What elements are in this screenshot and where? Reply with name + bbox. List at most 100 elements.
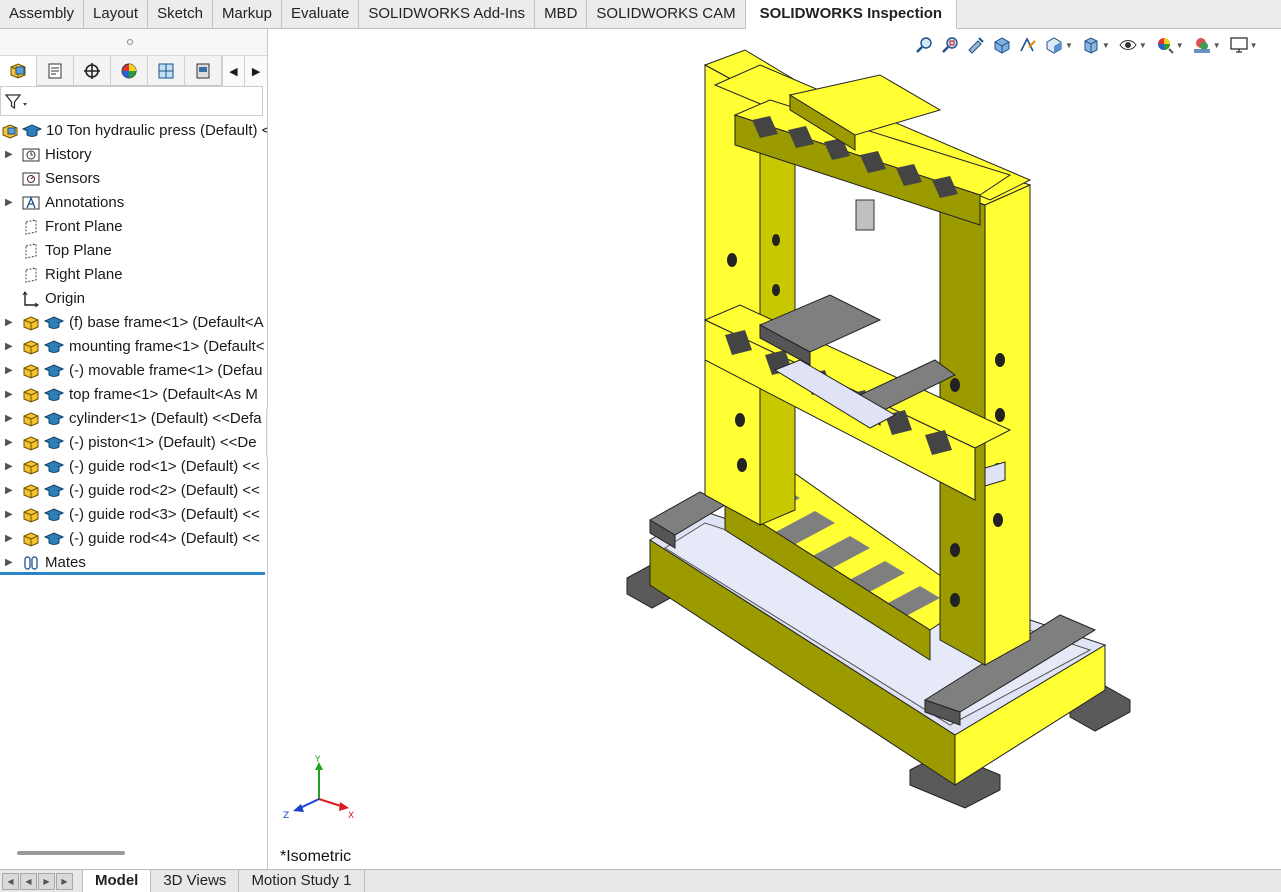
part-icon: [23, 388, 39, 403]
tabs-scroll-right-icon[interactable]: ▶: [244, 56, 267, 86]
part-icon: [23, 484, 39, 499]
tree-rollback-bar[interactable]: [0, 572, 265, 575]
chevron-down-icon[interactable]: ▼: [1176, 41, 1184, 50]
tab-solidworks-inspection[interactable]: SOLIDWORKS Inspection: [745, 0, 958, 29]
tab-sketch[interactable]: Sketch: [148, 0, 213, 29]
tree-component-guide-rod-4[interactable]: ▶ (-) guide rod<4> (Default) <<: [0, 527, 267, 551]
manager-tabs: ◀ ▶: [0, 56, 267, 86]
apply-scene-icon[interactable]: [1190, 34, 1214, 56]
tab-solidworks-cam[interactable]: SOLIDWORKS CAM: [587, 0, 746, 29]
tree-component-guide-rod-1[interactable]: ▶ (-) guide rod<1> (Default) <<: [0, 455, 267, 479]
tabs-scroll-left-icon[interactable]: ◀: [221, 56, 245, 86]
tree-component-base-frame[interactable]: ▶ (f) base frame<1> (Default<A: [0, 311, 267, 335]
tree-item-sensors[interactable]: Sensors: [0, 167, 267, 191]
tab-mbd[interactable]: MBD: [535, 0, 588, 29]
expand-arrow-icon[interactable]: ▶: [5, 311, 15, 335]
chevron-down-icon[interactable]: ▼: [1213, 41, 1221, 50]
filter-icon[interactable]: [4, 93, 30, 111]
tab-evaluate[interactable]: Evaluate: [282, 0, 360, 29]
chevron-down-icon[interactable]: ▼: [1250, 41, 1258, 50]
tab-markup[interactable]: Markup: [213, 0, 282, 29]
triad-z-label: Z: [283, 811, 289, 821]
propertymanager-icon: [48, 63, 62, 79]
graduation-cap-icon: [44, 532, 64, 545]
tab-3d-views[interactable]: 3D Views: [150, 870, 240, 892]
graduation-cap-icon: [44, 484, 64, 497]
tree-component-guide-rod-2[interactable]: ▶ (-) guide rod<2> (Default) <<: [0, 479, 267, 503]
grip-dot: [127, 39, 133, 45]
expand-arrow-icon[interactable]: ▶: [5, 383, 15, 407]
expand-arrow-icon[interactable]: ▶: [5, 407, 15, 431]
part-icon: [23, 532, 39, 547]
tree-component-cylinder[interactable]: ▶ cylinder<1> (Default) <<Defa: [0, 407, 267, 431]
tree-component-label: (-) piston<1> (Default) <<De: [69, 434, 257, 451]
expand-arrow-icon[interactable]: ▶: [5, 527, 15, 551]
tree-item-top-plane[interactable]: Top Plane: [0, 239, 267, 263]
expand-arrow-icon[interactable]: ▶: [5, 359, 15, 383]
expand-arrow-icon[interactable]: ▶: [5, 455, 15, 479]
plane-icon: [25, 243, 37, 259]
hydraulic-press-model[interactable]: [600, 40, 1140, 820]
tree-item-label: Sensors: [45, 170, 101, 187]
expand-arrow-icon[interactable]: ▶: [5, 503, 15, 527]
expand-arrow-icon[interactable]: ▶: [5, 143, 15, 167]
cam-manager-tab[interactable]: [185, 56, 222, 86]
tree-component-label: (-) movable frame<1> (Defau: [69, 362, 263, 379]
configurationmanager-tab[interactable]: [74, 56, 111, 86]
tree-item-origin[interactable]: Origin: [0, 287, 267, 311]
tree-root-assembly[interactable]: 10 Ton hydraulic press (Default) <: [0, 119, 267, 143]
propertymanager-tab[interactable]: [37, 56, 74, 86]
sensors-icon: [22, 172, 40, 186]
tree-item-right-plane[interactable]: Right Plane: [0, 263, 267, 287]
graduation-cap-icon: [44, 436, 64, 449]
tree-filter-box[interactable]: [0, 86, 263, 116]
tree-component-movable-frame[interactable]: ▶ (-) movable frame<1> (Defau: [0, 359, 267, 383]
first-tab-icon[interactable]: ◀: [2, 872, 19, 890]
featuremanager-tab[interactable]: [0, 56, 37, 86]
tree-item-label: Right Plane: [45, 266, 123, 283]
edit-appearance-icon[interactable]: [1153, 34, 1177, 56]
tree-component-mounting-frame[interactable]: ▶ mounting frame<1> (Default<: [0, 335, 267, 359]
expand-arrow-icon[interactable]: ▶: [5, 191, 15, 215]
tab-model[interactable]: Model: [82, 870, 152, 892]
panel-collapse-grip[interactable]: [0, 29, 267, 56]
plane-icon: [25, 267, 37, 283]
tree-component-top-frame[interactable]: ▶ top frame<1> (Default<As M: [0, 383, 267, 407]
chevron-down-icon[interactable]: ▼: [1139, 41, 1147, 50]
tree-component-label: top frame<1> (Default<As M: [69, 386, 258, 403]
dimxpertmanager-tab[interactable]: [148, 56, 185, 86]
tree-item-front-plane[interactable]: Front Plane: [0, 215, 267, 239]
previous-tab-icon[interactable]: ◀: [20, 872, 37, 890]
expand-arrow-icon[interactable]: ▶: [5, 431, 15, 455]
tree-item-annotations[interactable]: ▶ Annotations: [0, 191, 267, 215]
tree-item-history[interactable]: ▶ History: [0, 143, 267, 167]
panel-horizontal-scrollbar[interactable]: [17, 851, 125, 855]
tree-component-piston[interactable]: ▶ (-) piston<1> (Default) <<De: [0, 431, 267, 455]
tab-layout[interactable]: Layout: [84, 0, 149, 29]
expand-arrow-icon[interactable]: ▶: [5, 335, 15, 359]
assembly-icon: [2, 124, 18, 139]
part-icon: [23, 340, 39, 355]
tab-assembly[interactable]: Assembly: [0, 0, 85, 29]
triad-y-label: Y: [314, 755, 321, 765]
next-tab-icon[interactable]: ▶: [38, 872, 55, 890]
coordinate-triad: Y X Z: [283, 755, 354, 821]
tree-component-label: (-) guide rod<3> (Default) <<: [69, 506, 260, 523]
tab-navigation-buttons: ◀ ◀ ▶ ▶: [2, 872, 74, 890]
tree-component-label: cylinder<1> (Default) <<Defa: [69, 410, 262, 427]
view-settings-icon[interactable]: [1227, 34, 1251, 56]
part-icon: [23, 364, 39, 379]
tab-solidworks-add-ins[interactable]: SOLIDWORKS Add-Ins: [359, 0, 536, 29]
feature-manager-panel: ◀ ▶ 10 Ton hydraulic press (Default) < ▶…: [0, 29, 268, 869]
tree-component-label: (-) guide rod<4> (Default) <<: [69, 530, 260, 547]
graduation-cap-icon: [22, 124, 42, 137]
tree-component-guide-rod-3[interactable]: ▶ (-) guide rod<3> (Default) <<: [0, 503, 267, 527]
tree-filter-row: [0, 86, 267, 119]
last-tab-icon[interactable]: ▶: [56, 872, 73, 890]
displaymanager-tab[interactable]: [111, 56, 148, 86]
graduation-cap-icon: [44, 364, 64, 377]
part-icon: [23, 460, 39, 475]
expand-arrow-icon[interactable]: ▶: [5, 479, 15, 503]
bottom-tab-bar: ◀ ◀ ▶ ▶ Model 3D Views Motion Study 1: [0, 869, 1281, 892]
tab-motion-study-1[interactable]: Motion Study 1: [238, 870, 365, 892]
